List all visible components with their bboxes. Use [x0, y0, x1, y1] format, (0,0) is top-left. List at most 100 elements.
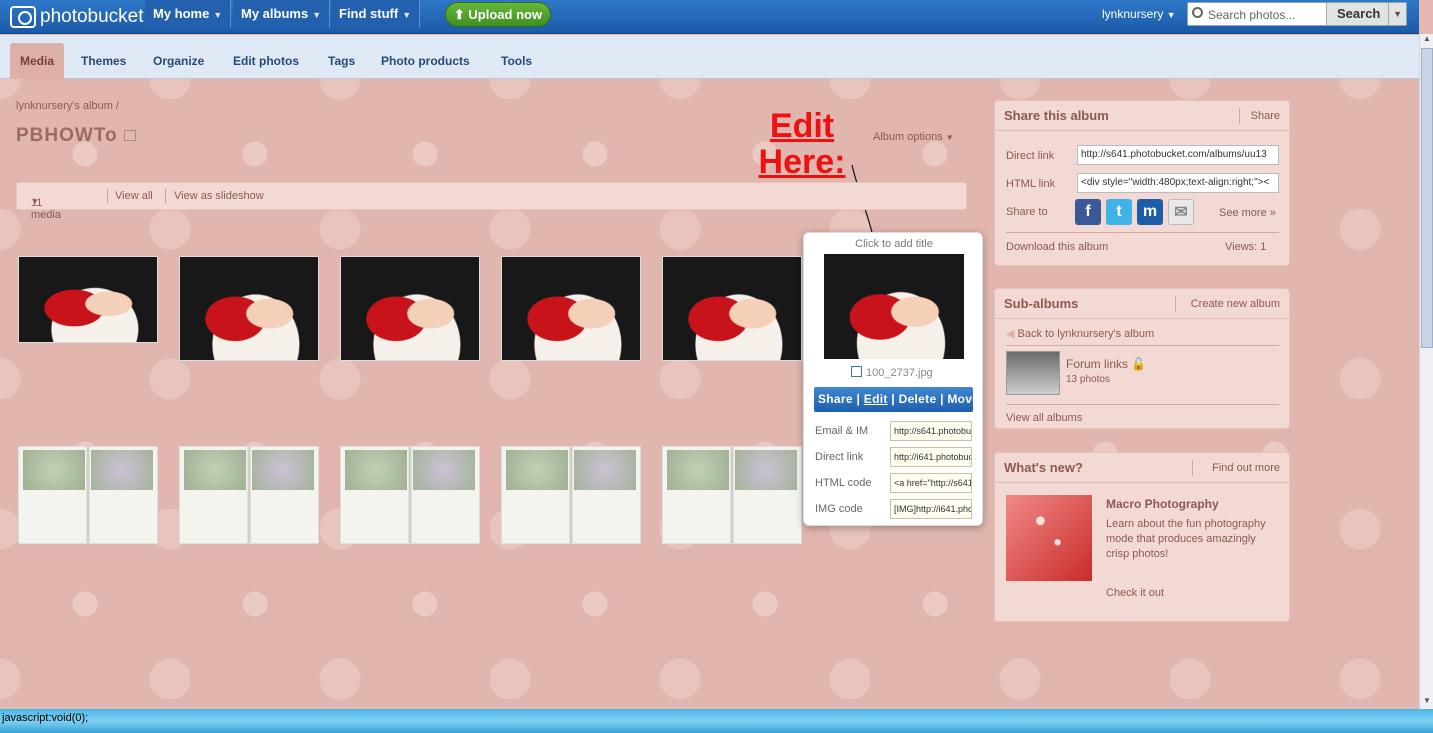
- direct-link-field[interactable]: http://s641.photobucket.com/albums/uu13: [1077, 145, 1279, 165]
- tab-media[interactable]: Media: [10, 43, 65, 79]
- photobucket-logo[interactable]: photobucket: [10, 5, 144, 29]
- move-button[interactable]: Move: [947, 392, 979, 406]
- album-options-menu[interactable]: Album options ▼: [873, 131, 954, 143]
- divider: [165, 189, 166, 203]
- my-albums-menu[interactable]: My albums ▼: [233, 0, 331, 28]
- divider: [1006, 404, 1279, 405]
- tab-tags[interactable]: Tags: [318, 43, 365, 79]
- twitter-icon[interactable]: t: [1106, 199, 1132, 225]
- search-button[interactable]: Search ▼: [1326, 3, 1406, 25]
- flyer-thumbnail[interactable]: [340, 446, 480, 544]
- view-count: Views: 1: [1225, 241, 1267, 253]
- whats-new-title: What's new?: [1004, 460, 1083, 475]
- lock-icon: 🔓: [1131, 357, 1147, 371]
- photo-thumbnail[interactable]: [179, 256, 319, 361]
- download-album-link[interactable]: Download this album: [1006, 241, 1108, 253]
- popup-photo[interactable]: [824, 254, 964, 359]
- search-box[interactable]: Search photos... Search ▼: [1187, 2, 1407, 26]
- divider: [1006, 232, 1279, 233]
- email-icon[interactable]: ✉: [1168, 199, 1194, 225]
- flyer-thumbnail[interactable]: [662, 446, 802, 544]
- edit-here-annotation: Edit Here:: [758, 107, 846, 181]
- photo-thumbnail[interactable]: [501, 256, 641, 361]
- photo-thumbnail[interactable]: [662, 256, 802, 361]
- email-im-label: Email & IM: [815, 425, 869, 437]
- search-button-label: Search: [1337, 6, 1381, 21]
- album-title[interactable]: PBHOWTo: [16, 125, 118, 146]
- divider: [1175, 296, 1176, 312]
- share-panel-title: Share this album: [1004, 108, 1109, 123]
- find-stuff-menu[interactable]: Find stuff ▼: [331, 0, 421, 28]
- sub-navigation: Media Themes Organize Edit photos Tags P…: [0, 35, 1419, 79]
- filename: 100_2737.jpg: [866, 367, 933, 379]
- scroll-up-icon[interactable]: ▲: [1420, 34, 1433, 47]
- breadcrumb[interactable]: lynknursery's album /: [16, 100, 119, 112]
- photo-thumbnail[interactable]: [18, 256, 158, 343]
- my-home-label: My home: [153, 6, 210, 21]
- flyer-thumbnail[interactable]: [501, 446, 641, 544]
- divider: [1006, 345, 1279, 346]
- album-thumbnail[interactable]: [1006, 351, 1060, 395]
- flyer-thumbnail[interactable]: [179, 446, 319, 544]
- photo-thumbnail[interactable]: [340, 256, 480, 361]
- page-title: PBHOWTo: [16, 125, 136, 147]
- html-code-field[interactable]: <a href="http://s641.photobucket: [890, 473, 972, 493]
- delete-button[interactable]: Delete: [899, 392, 937, 406]
- see-more-link[interactable]: See more »: [1219, 207, 1276, 219]
- vertical-scrollbar[interactable]: ▲ ▼: [1419, 34, 1433, 709]
- sub-albums-panel: Sub-albums Create new album ◀ Back to ly…: [994, 288, 1290, 429]
- myspace-icon[interactable]: m: [1137, 199, 1163, 225]
- direct-link-label: Direct link: [1006, 150, 1055, 162]
- edit-button[interactable]: Edit: [864, 392, 888, 406]
- chevron-down-icon[interactable]: ▼: [1388, 3, 1402, 25]
- chevron-down-icon[interactable]: ▼: [312, 10, 321, 20]
- slideshow-link[interactable]: View as slideshow: [174, 190, 264, 202]
- album-options-label: Album options: [873, 131, 943, 143]
- search-icon: [1192, 7, 1203, 18]
- tab-tools[interactable]: Tools: [491, 43, 542, 79]
- status-bar-text: javascript:void(0);: [2, 712, 89, 724]
- add-title-link[interactable]: Click to add title: [804, 238, 984, 250]
- divider: [107, 189, 108, 203]
- find-stuff-label: Find stuff: [339, 6, 399, 21]
- scroll-down-icon[interactable]: ▼: [1420, 696, 1433, 709]
- chevron-down-icon: ▼: [945, 133, 954, 142]
- album-name-link[interactable]: Forum links 🔓: [1066, 357, 1146, 371]
- img-code-field[interactable]: [IMG]http://i641.photobucket: [890, 499, 972, 519]
- view-all-albums-link[interactable]: View all albums: [1006, 412, 1082, 424]
- find-out-more-link[interactable]: Find out more: [1212, 462, 1280, 474]
- tab-edit-photos[interactable]: Edit photos: [223, 43, 309, 79]
- photo-hover-popup: Click to add title 100_2737.jpg Share | …: [803, 232, 983, 526]
- view-all-link[interactable]: View all: [115, 190, 153, 202]
- email-im-field[interactable]: http://s641.photobucket.com/: [890, 421, 972, 441]
- whats-new-body: Learn about the fun photography mode tha…: [1106, 518, 1266, 560]
- tab-photo-products[interactable]: Photo products: [371, 43, 480, 79]
- html-code-label: HTML code: [815, 477, 872, 489]
- check-it-out-link[interactable]: Check it out: [1106, 587, 1164, 599]
- user-menu[interactable]: lynknursery ▼: [1102, 7, 1176, 21]
- back-link[interactable]: ◀ Back to lynknursery's album: [1006, 327, 1154, 340]
- my-home-menu[interactable]: My home ▼: [145, 0, 232, 28]
- chevron-down-icon[interactable]: ▼: [213, 10, 222, 20]
- facebook-icon[interactable]: f: [1075, 199, 1101, 225]
- back-link-label: Back to lynknursery's album: [1017, 328, 1155, 340]
- whats-new-heading[interactable]: Macro Photography: [1106, 497, 1219, 511]
- flyer-thumbnail[interactable]: [18, 446, 158, 544]
- direct-link-field[interactable]: http://i641.photobucket.com/: [890, 447, 972, 467]
- sub-albums-title: Sub-albums: [1004, 296, 1079, 311]
- html-link-label: HTML link: [1006, 178, 1056, 190]
- create-album-link[interactable]: Create new album: [1191, 298, 1280, 310]
- select-checkbox[interactable]: [851, 366, 862, 377]
- share-button[interactable]: Share: [818, 392, 853, 406]
- scrollbar-thumb[interactable]: [1421, 48, 1433, 348]
- upload-button[interactable]: ⬆ Upload now: [445, 2, 551, 27]
- tab-organize[interactable]: Organize: [143, 43, 214, 79]
- html-link-field[interactable]: <div style="width:480px;text-align:right…: [1077, 173, 1279, 193]
- share-link[interactable]: Share: [1251, 110, 1280, 122]
- macro-photo-image[interactable]: [1006, 495, 1092, 581]
- chevron-down-icon[interactable]: ▼: [402, 10, 411, 20]
- back-arrow-icon: ◀: [1006, 328, 1015, 340]
- camera-icon: [10, 6, 36, 28]
- tab-themes[interactable]: Themes: [71, 43, 136, 79]
- search-input[interactable]: Search photos...: [1208, 8, 1295, 22]
